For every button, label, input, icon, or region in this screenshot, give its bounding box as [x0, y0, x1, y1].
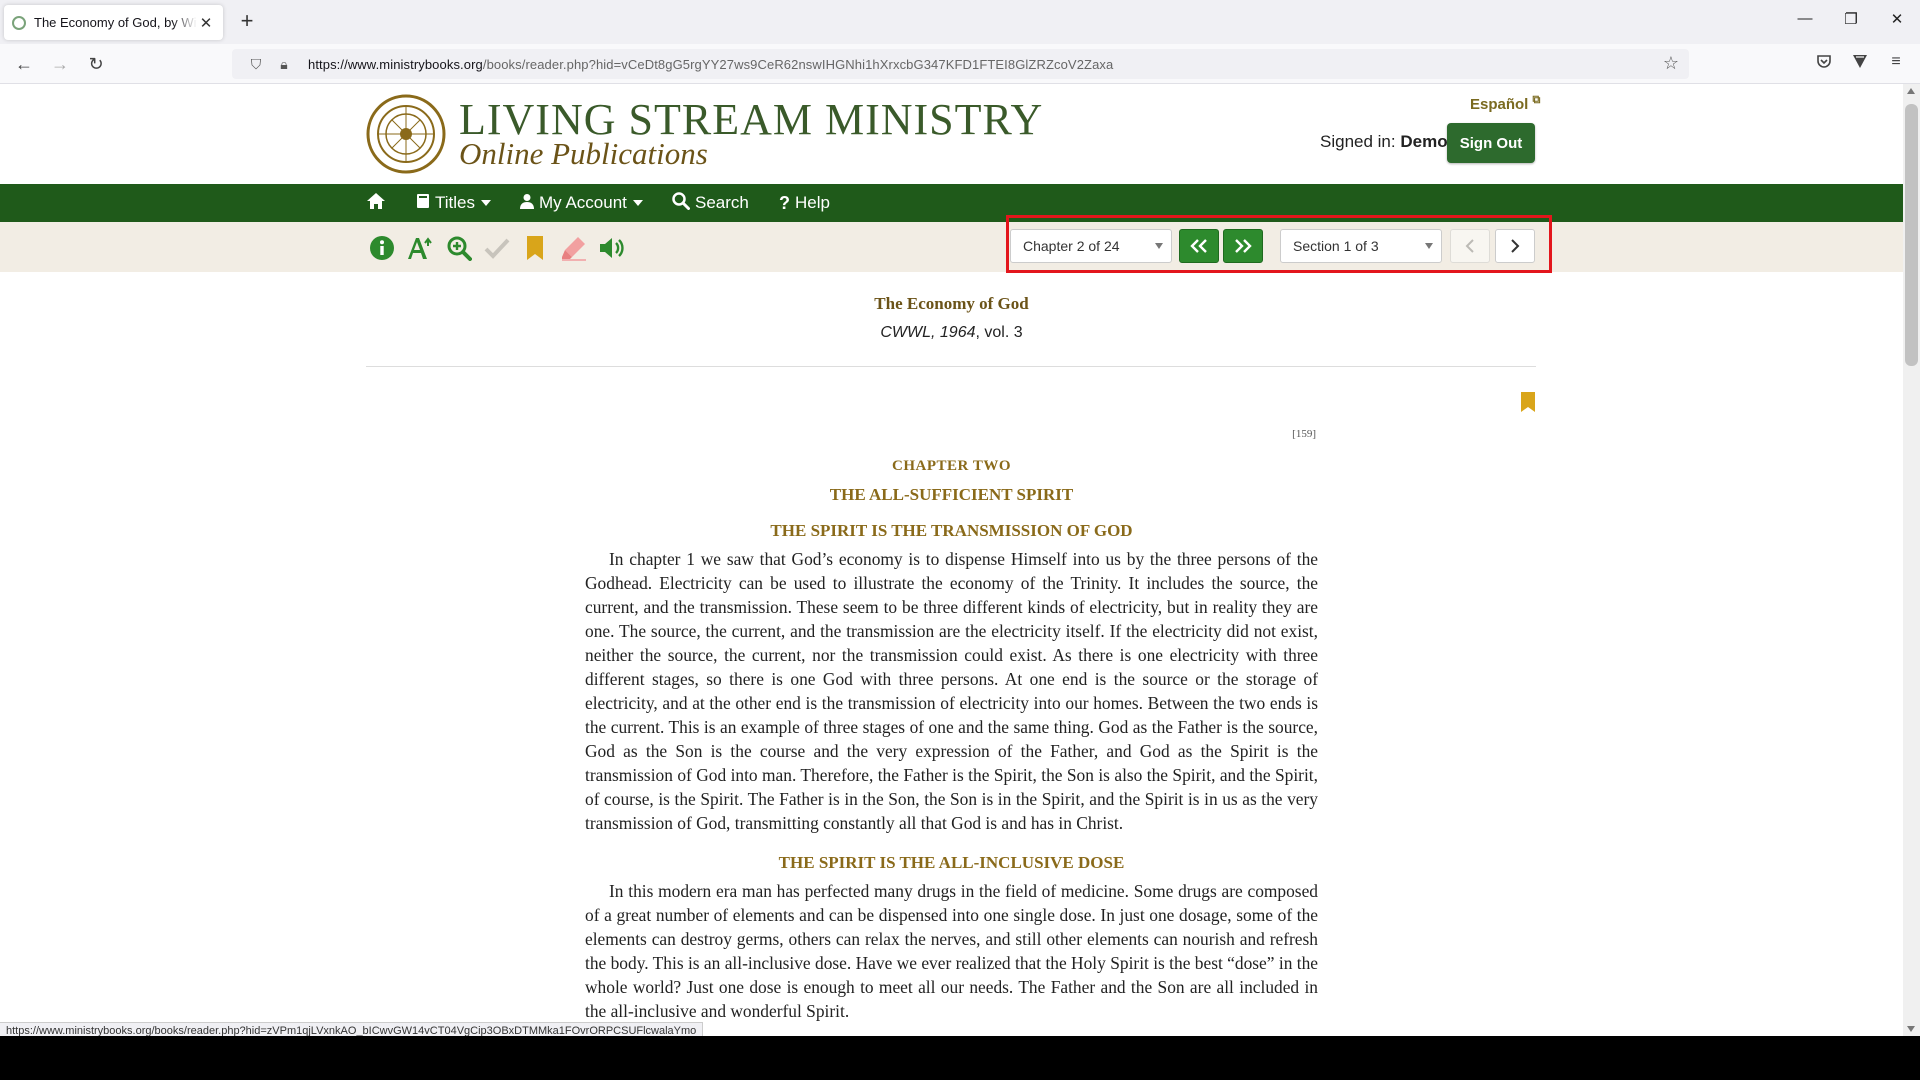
site-header: LIVING STREAM MINISTRY Online Publicatio…: [0, 84, 1903, 184]
chevron-left-icon: [1465, 239, 1474, 253]
menu-hamburger-icon[interactable]: ≡: [1884, 53, 1908, 71]
menu-help[interactable]: ? Help: [779, 184, 830, 222]
home-icon: [366, 192, 386, 215]
book-title: The Economy of God: [874, 294, 1029, 313]
back-icon[interactable]: ←: [11, 51, 37, 77]
lock-icon[interactable]: 🔒︎: [274, 56, 294, 73]
espanol-label: Español: [1470, 96, 1529, 113]
font-size-icon[interactable]: [406, 234, 434, 262]
shield-icon[interactable]: ⛉: [246, 56, 266, 73]
menu-search[interactable]: Search: [672, 184, 749, 222]
chevron-down-icon: [1155, 243, 1163, 249]
chevron-right-icon: [1511, 239, 1520, 253]
pocket-icon[interactable]: [1812, 53, 1836, 74]
bookmark-flag-icon[interactable]: [1520, 392, 1536, 417]
page-number: [159]: [1292, 428, 1316, 440]
reader-toolbar: Chapter 2 of 24 Section 1 of 3: [0, 222, 1903, 272]
minimize-icon[interactable]: —: [1785, 10, 1825, 27]
signed-in-status: Signed in: Demo: [1320, 132, 1448, 152]
chevron-down-icon: [1425, 243, 1433, 249]
scroll-thumb[interactable]: [1905, 104, 1918, 366]
url-bar[interactable]: ⛉ 🔒︎ https://www.ministrybooks.org/books…: [232, 49, 1689, 79]
external-link-icon: ⧉: [1532, 94, 1541, 106]
book-volume: , vol. 3: [975, 324, 1023, 341]
next-chapter-button[interactable]: [1223, 229, 1263, 263]
double-chevron-left-icon: [1190, 239, 1207, 253]
espanol-link[interactable]: Español ⧉: [1470, 94, 1540, 113]
url-host: https://www.ministrybooks.org: [308, 56, 483, 72]
chevron-down-icon: [632, 200, 643, 206]
extension-icon[interactable]: [1848, 53, 1872, 74]
book-icon: [416, 193, 430, 214]
highlighter-icon[interactable]: [560, 234, 588, 262]
scroll-down-arrow-icon[interactable]: [1907, 1026, 1915, 1032]
browser-tab-bar: The Economy of God, by Witness Lee ✕ + —…: [0, 0, 1920, 44]
paragraph: In this modern era man has perfected man…: [585, 881, 1318, 1021]
section-heading: THE SPIRIT IS THE TRANSMISSION OF GOD: [770, 521, 1133, 540]
section-select-value: Section 1 of 3: [1293, 238, 1379, 254]
page-scrollbar[interactable]: [1903, 84, 1920, 1036]
restore-icon[interactable]: ❐: [1831, 10, 1871, 28]
next-section-button[interactable]: [1495, 229, 1535, 263]
book-series: CWWL, 1964: [880, 324, 976, 341]
tab-title: The Economy of God, by Witness Lee: [34, 15, 197, 30]
chapter-select[interactable]: Chapter 2 of 24: [1010, 229, 1172, 263]
chevron-down-icon: [481, 200, 491, 206]
close-tab-icon[interactable]: ✕: [197, 14, 215, 32]
signed-in-label: Signed in:: [1320, 132, 1396, 151]
main-menu: Titles My Account Search ? Help: [0, 184, 1903, 222]
close-window-icon[interactable]: ✕: [1877, 10, 1917, 28]
previous-chapter-button[interactable]: [1179, 229, 1219, 263]
lsm-seal-logo[interactable]: [366, 94, 446, 174]
bookmark-icon[interactable]: [521, 234, 549, 262]
search-icon: [672, 191, 690, 215]
chapter-title: THE ALL-SUFFICIENT SPIRIT: [829, 485, 1074, 504]
question-icon: ?: [779, 192, 790, 213]
browser-tab[interactable]: The Economy of God, by Witness Lee ✕: [4, 5, 223, 40]
brand-subtitle[interactable]: Online Publications: [459, 136, 708, 172]
sign-out-button[interactable]: Sign Out: [1447, 123, 1535, 163]
chapter-select-value: Chapter 2 of 24: [1023, 238, 1120, 254]
taskbar-area: [0, 1036, 1920, 1080]
checkmark-icon[interactable]: [483, 234, 511, 262]
audio-speaker-icon[interactable]: [598, 234, 626, 262]
forward-icon[interactable]: →: [47, 51, 73, 77]
signed-in-user: Demo: [1400, 132, 1448, 151]
chapter-text: CHAPTER TWO THE ALL-SUFFICIENT SPIRIT TH…: [585, 458, 1318, 1023]
user-icon: [520, 193, 534, 214]
menu-my-account[interactable]: My Account: [520, 184, 643, 222]
reader-content: The Economy of God CWWL, 1964, vol. 3 [1…: [0, 272, 1903, 1036]
zoom-search-icon[interactable]: [445, 234, 473, 262]
menu-search-label: Search: [695, 193, 749, 212]
browser-nav-bar: ← → ↻ ⛉ 🔒︎ https://www.ministrybooks.org…: [0, 44, 1920, 84]
book-subtitle: CWWL, 1964, vol. 3: [0, 324, 1903, 342]
paragraph: In chapter 1 we saw that God’s economy i…: [585, 549, 1318, 833]
scroll-up-arrow-icon[interactable]: [1907, 88, 1915, 94]
content-divider: [366, 366, 1536, 367]
reload-icon[interactable]: ↻: [83, 51, 109, 77]
previous-section-button[interactable]: [1450, 229, 1490, 263]
url-text: https://www.ministrybooks.org/books/read…: [308, 57, 1113, 72]
info-icon[interactable]: [368, 234, 396, 262]
url-path: /books/reader.php?hid=vCeDt8gG5rgYY27ws9…: [482, 56, 1114, 72]
site-favicon-icon: [12, 15, 26, 30]
home-button[interactable]: [366, 184, 386, 222]
menu-titles-label: Titles: [435, 193, 475, 212]
section-heading: THE SPIRIT IS THE ALL-INCLUSIVE DOSE: [778, 853, 1125, 872]
double-chevron-right-icon: [1235, 239, 1252, 253]
chapter-label: CHAPTER TWO: [892, 458, 1011, 474]
section-select[interactable]: Section 1 of 3: [1280, 229, 1442, 263]
menu-help-label: Help: [795, 193, 830, 212]
menu-my-account-label: My Account: [539, 193, 627, 212]
menu-titles[interactable]: Titles: [416, 184, 491, 222]
new-tab-button[interactable]: +: [234, 9, 260, 35]
bookmark-star-icon[interactable]: ☆: [1663, 53, 1679, 74]
